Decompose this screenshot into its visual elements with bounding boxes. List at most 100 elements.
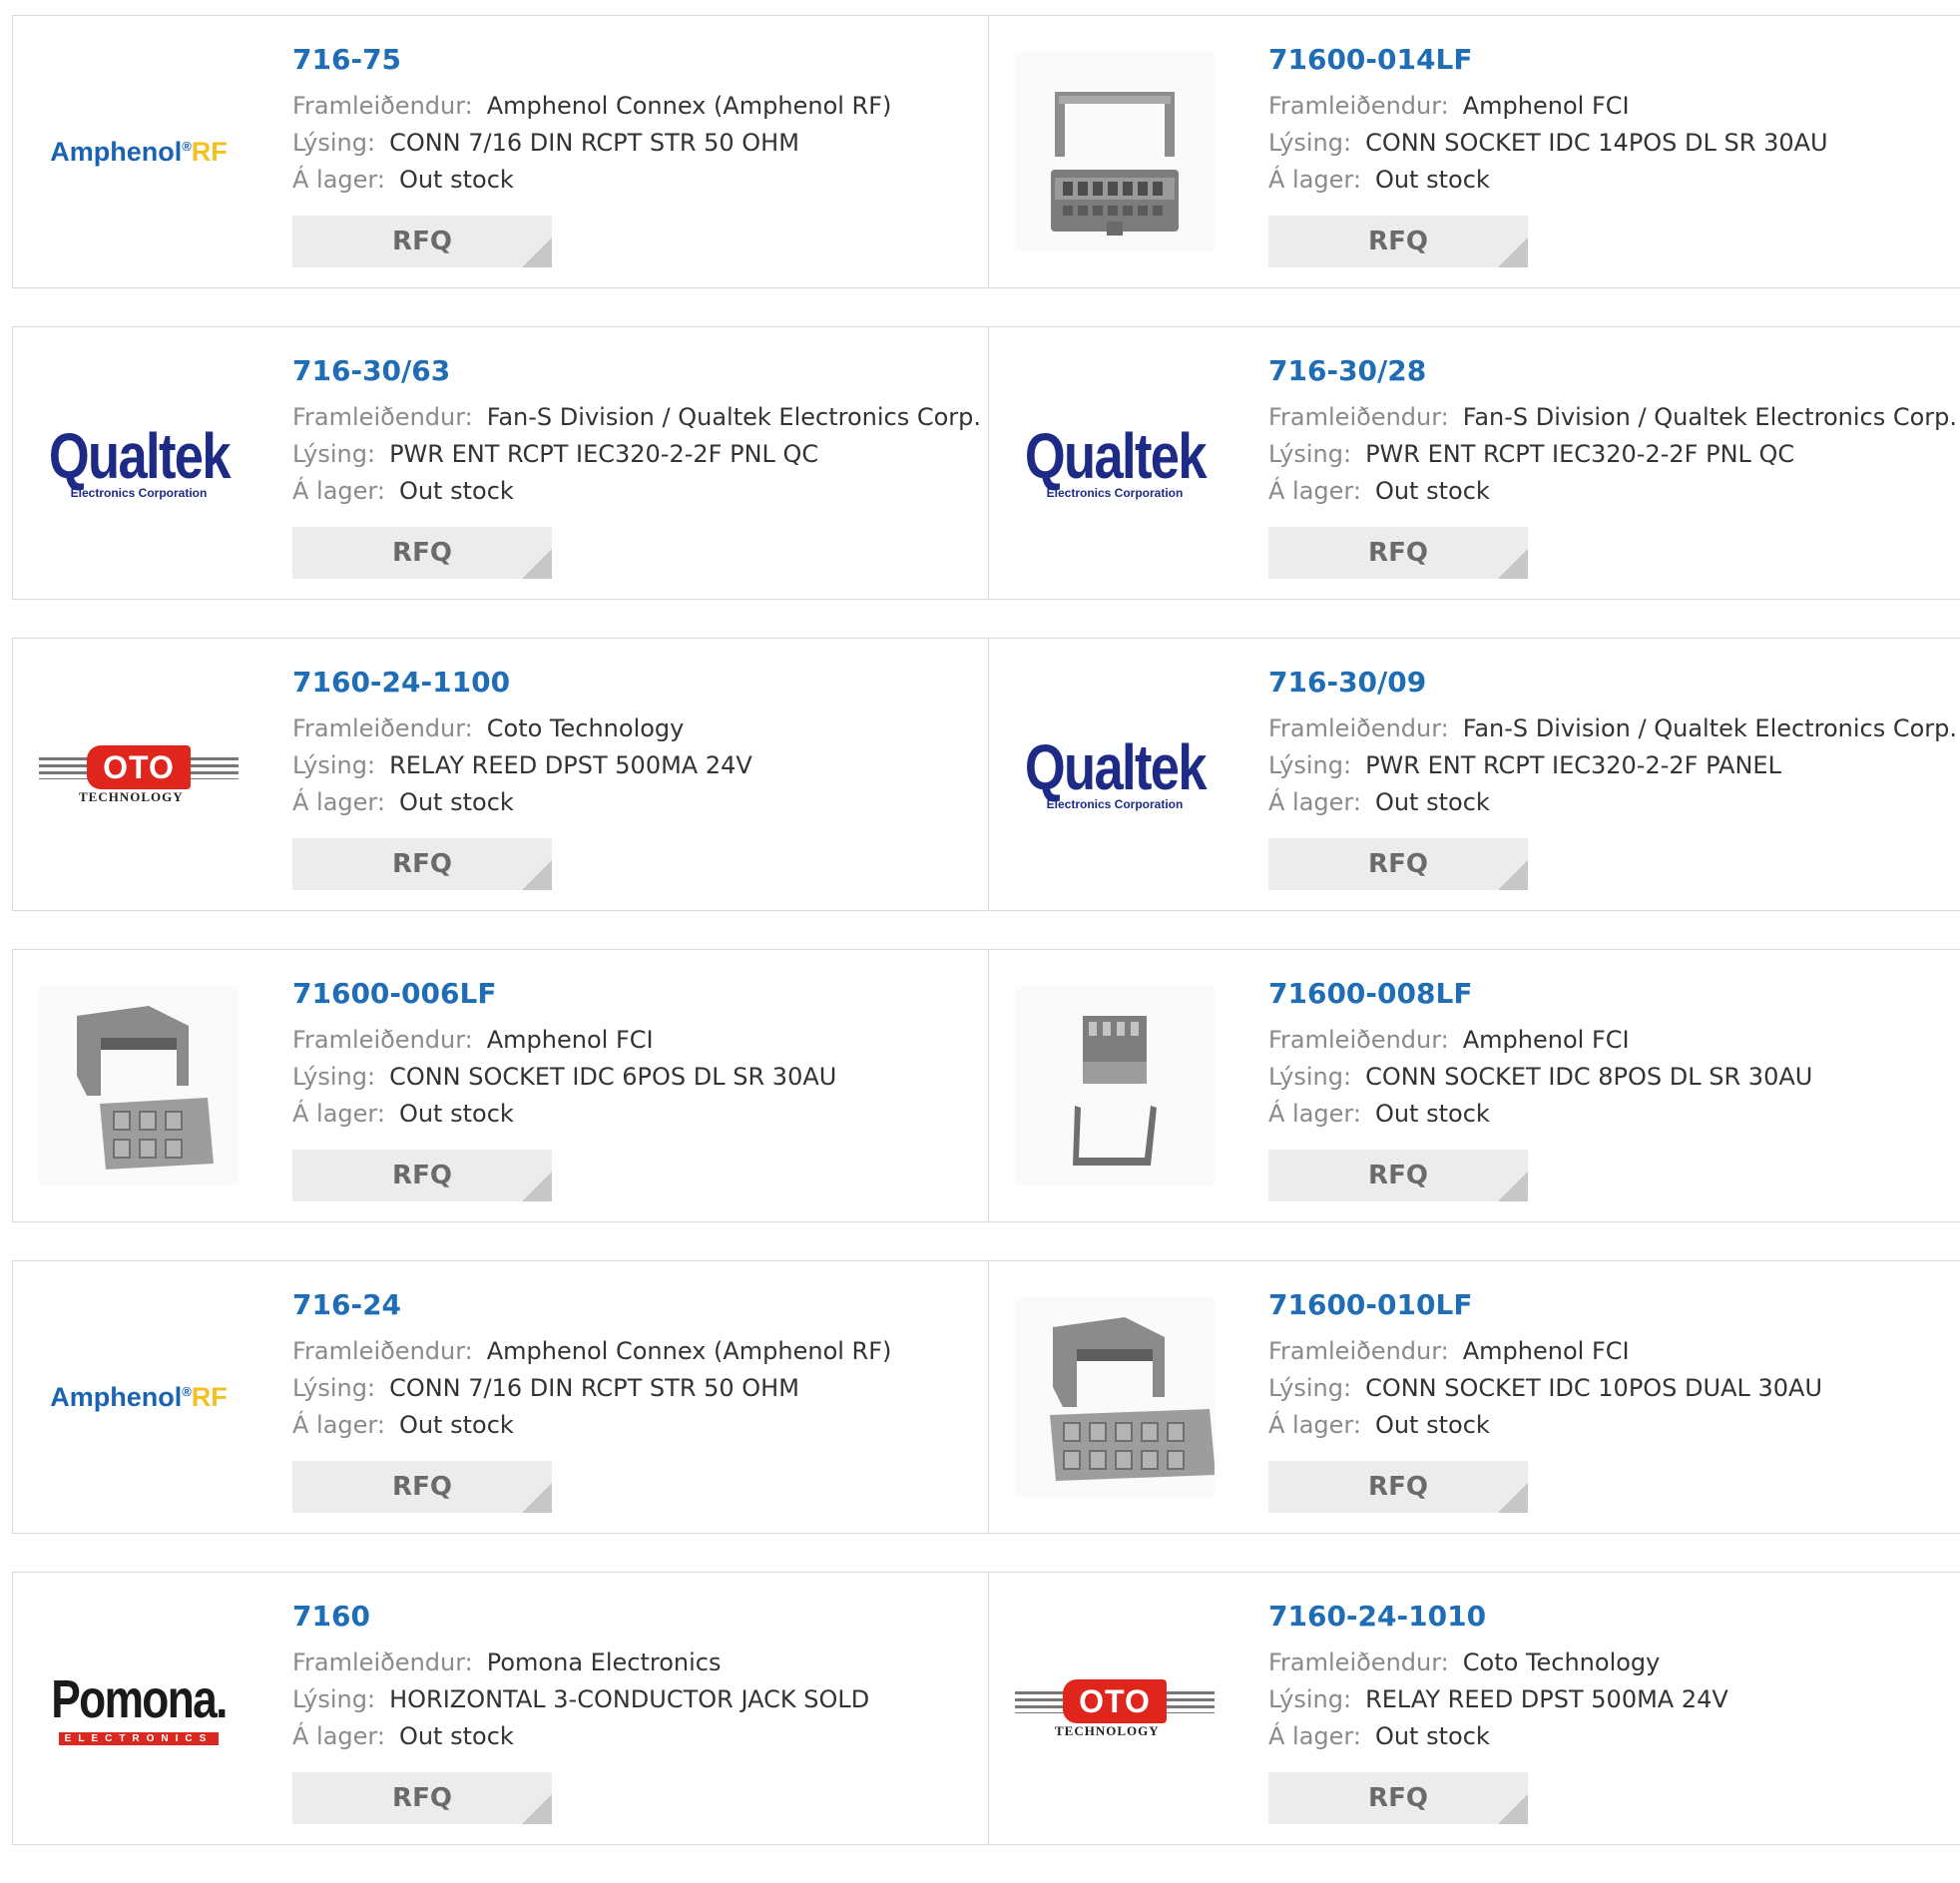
product-thumbnail[interactable]: Pomona. ELECTRONICS — [33, 1609, 245, 1808]
stock-value: Out stock — [398, 788, 514, 816]
rfq-button[interactable]: RFQ — [292, 527, 552, 579]
manufacturer-line: Framleiðendur: Amphenol FCI — [1268, 1022, 1812, 1059]
rfq-button[interactable]: RFQ — [1268, 216, 1528, 267]
part-number-link[interactable]: 71600-008LF — [1268, 976, 1812, 1012]
product-card: 71600-006LF Framleiðendur: Amphenol FCI Lýs… — [12, 949, 989, 1222]
product-card: OTO TECHNOLOGY 7160-24-1100 Framleiðendur: C… — [12, 638, 989, 911]
product-grid: Amphenol®RF 716-75 Framleiðendur: Amphenol … — [12, 15, 1960, 1883]
manufacturer-line: Framleiðendur: Amphenol Connex (Amphenol … — [292, 88, 891, 125]
product-thumbnail[interactable]: Qualtek Electronics Corporation — [1009, 675, 1221, 874]
connector-photo — [1015, 52, 1215, 251]
product-thumbnail[interactable] — [33, 986, 245, 1185]
part-number-link[interactable]: 71600-014LF — [1268, 42, 1828, 78]
product-thumbnail[interactable]: Amphenol®RF — [33, 1297, 245, 1497]
description-line: Lýsing: CONN SOCKET IDC 6POS DL SR 30AU — [292, 1059, 836, 1096]
part-number-link[interactable]: 716-30/28 — [1268, 353, 1957, 389]
description-line: Lýsing: CONN SOCKET IDC 8POS DL SR 30AU — [1268, 1059, 1812, 1096]
stock-value: Out stock — [398, 1100, 514, 1128]
manufacturer-line: Framleiðendur: Amphenol FCI — [292, 1022, 836, 1059]
rfq-button-label: RFQ — [1368, 849, 1428, 879]
description-value: RELAY REED DPST 500MA 24V — [1365, 1685, 1728, 1713]
coto-technology-logo: OTO TECHNOLOGY — [39, 739, 239, 809]
product-thumbnail[interactable]: OTO TECHNOLOGY — [1009, 1609, 1221, 1808]
description-label: Lýsing: — [292, 440, 376, 468]
stock-line: Á lager: Out stock — [292, 162, 891, 199]
manufacturer-value: Amphenol Connex (Amphenol RF) — [486, 1337, 892, 1365]
product-thumbnail[interactable]: OTO TECHNOLOGY — [33, 675, 245, 874]
rfq-button[interactable]: RFQ — [292, 1150, 552, 1201]
description-label: Lýsing: — [1268, 751, 1352, 779]
stock-value: Out stock — [1374, 788, 1490, 816]
product-card: Amphenol®RF 716-24 Framleiðendur: Amphenol … — [12, 1260, 989, 1534]
product-card: OTO TECHNOLOGY 7160-24-1010 Framleiðendur: C… — [988, 1572, 1960, 1845]
description-label: Lýsing: — [1268, 1374, 1352, 1402]
rfq-button[interactable]: RFQ — [1268, 527, 1528, 579]
manufacturer-line: Framleiðendur: Fan-S Division / Qualtek E… — [1268, 399, 1957, 436]
stock-label: Á lager: — [1268, 477, 1361, 505]
manufacturer-label: Framleiðendur: — [1268, 92, 1449, 120]
product-thumbnail[interactable]: Qualtek Electronics Corporation — [1009, 363, 1221, 563]
part-number-link[interactable]: 7160-24-1010 — [1268, 1599, 1728, 1635]
corner-triangle-icon — [522, 1794, 552, 1824]
description-line: Lýsing: PWR ENT RCPT IEC320-2-2F PNL QC — [1268, 436, 1957, 473]
stock-line: Á lager: Out stock — [1268, 1096, 1812, 1133]
product-card: Qualtek Electronics Corporation 716-30/63 F… — [12, 326, 989, 600]
rfq-button[interactable]: RFQ — [1268, 838, 1528, 890]
rfq-button-label: RFQ — [392, 849, 452, 879]
connector-photo — [39, 986, 239, 1185]
description-value: RELAY REED DPST 500MA 24V — [389, 751, 752, 779]
pomona-logo: Pomona. ELECTRONICS — [51, 1668, 228, 1745]
rfq-button-label: RFQ — [1368, 227, 1428, 256]
description-line: Lýsing: CONN SOCKET IDC 14POS DL SR 30AU — [1268, 125, 1828, 162]
part-number-link[interactable]: 7160-24-1100 — [292, 665, 752, 701]
product-thumbnail[interactable] — [1009, 52, 1221, 251]
stock-line: Á lager: Out stock — [292, 784, 752, 821]
product-thumbnail[interactable] — [1009, 986, 1221, 1185]
manufacturer-label: Framleiðendur: — [1268, 714, 1449, 742]
rfq-button[interactable]: RFQ — [292, 1772, 552, 1824]
part-number-link[interactable]: 716-30/63 — [292, 353, 981, 389]
product-thumbnail[interactable]: Amphenol®RF — [33, 52, 245, 251]
stock-line: Á lager: Out stock — [292, 1407, 891, 1444]
manufacturer-line: Framleiðendur: Fan-S Division / Qualtek E… — [1268, 710, 1957, 747]
rfq-button[interactable]: RFQ — [1268, 1461, 1528, 1513]
description-line: Lýsing: RELAY REED DPST 500MA 24V — [1268, 1681, 1728, 1718]
description-label: Lýsing: — [292, 751, 376, 779]
stock-line: Á lager: Out stock — [1268, 162, 1828, 199]
part-number-link[interactable]: 716-75 — [292, 42, 891, 78]
manufacturer-line: Framleiðendur: Amphenol Connex (Amphenol … — [292, 1333, 891, 1370]
part-number-link[interactable]: 71600-010LF — [1268, 1287, 1822, 1323]
product-info: 71600-014LF Framleiðendur: Amphenol FCI Lýs… — [1268, 42, 1828, 199]
rfq-button[interactable]: RFQ — [1268, 1772, 1528, 1824]
part-number-link[interactable]: 716-24 — [292, 1287, 891, 1323]
rfq-button-label: RFQ — [392, 1472, 452, 1502]
description-value: PWR ENT RCPT IEC320-2-2F PNL QC — [1365, 440, 1795, 468]
product-thumbnail[interactable] — [1009, 1297, 1221, 1497]
description-label: Lýsing: — [1268, 1685, 1352, 1713]
rfq-button[interactable]: RFQ — [292, 216, 552, 267]
stock-label: Á lager: — [1268, 166, 1361, 194]
rfq-button-label: RFQ — [392, 227, 452, 256]
manufacturer-label: Framleiðendur: — [292, 714, 473, 742]
rfq-button[interactable]: RFQ — [1268, 1150, 1528, 1201]
part-number-link[interactable]: 7160 — [292, 1599, 869, 1635]
description-line: Lýsing: HORIZONTAL 3-CONDUCTOR JACK SOLD — [292, 1681, 869, 1718]
product-info: 7160-24-1010 Framleiðendur: Coto Technolog… — [1268, 1599, 1728, 1755]
part-number-link[interactable]: 71600-006LF — [292, 976, 836, 1012]
stock-label: Á lager: — [292, 166, 385, 194]
manufacturer-label: Framleiðendur: — [1268, 1648, 1449, 1676]
manufacturer-line: Framleiðendur: Amphenol FCI — [1268, 1333, 1822, 1370]
description-value: PWR ENT RCPT IEC320-2-2F PANEL — [1365, 751, 1781, 779]
description-label: Lýsing: — [292, 1685, 376, 1713]
product-info: 7160 Framleiðendur: Pomona Electronics Lýsi… — [292, 1599, 869, 1755]
stock-label: Á lager: — [1268, 1100, 1361, 1128]
rfq-button[interactable]: RFQ — [292, 838, 552, 890]
stock-line: Á lager: Out stock — [1268, 473, 1957, 510]
manufacturer-label: Framleiðendur: — [1268, 403, 1449, 431]
part-number-link[interactable]: 716-30/09 — [1268, 665, 1957, 701]
stock-label: Á lager: — [1268, 1411, 1361, 1439]
rfq-button[interactable]: RFQ — [292, 1461, 552, 1513]
description-label: Lýsing: — [1268, 129, 1352, 157]
description-line: Lýsing: RELAY REED DPST 500MA 24V — [292, 747, 752, 784]
product-thumbnail[interactable]: Qualtek Electronics Corporation — [33, 363, 245, 563]
